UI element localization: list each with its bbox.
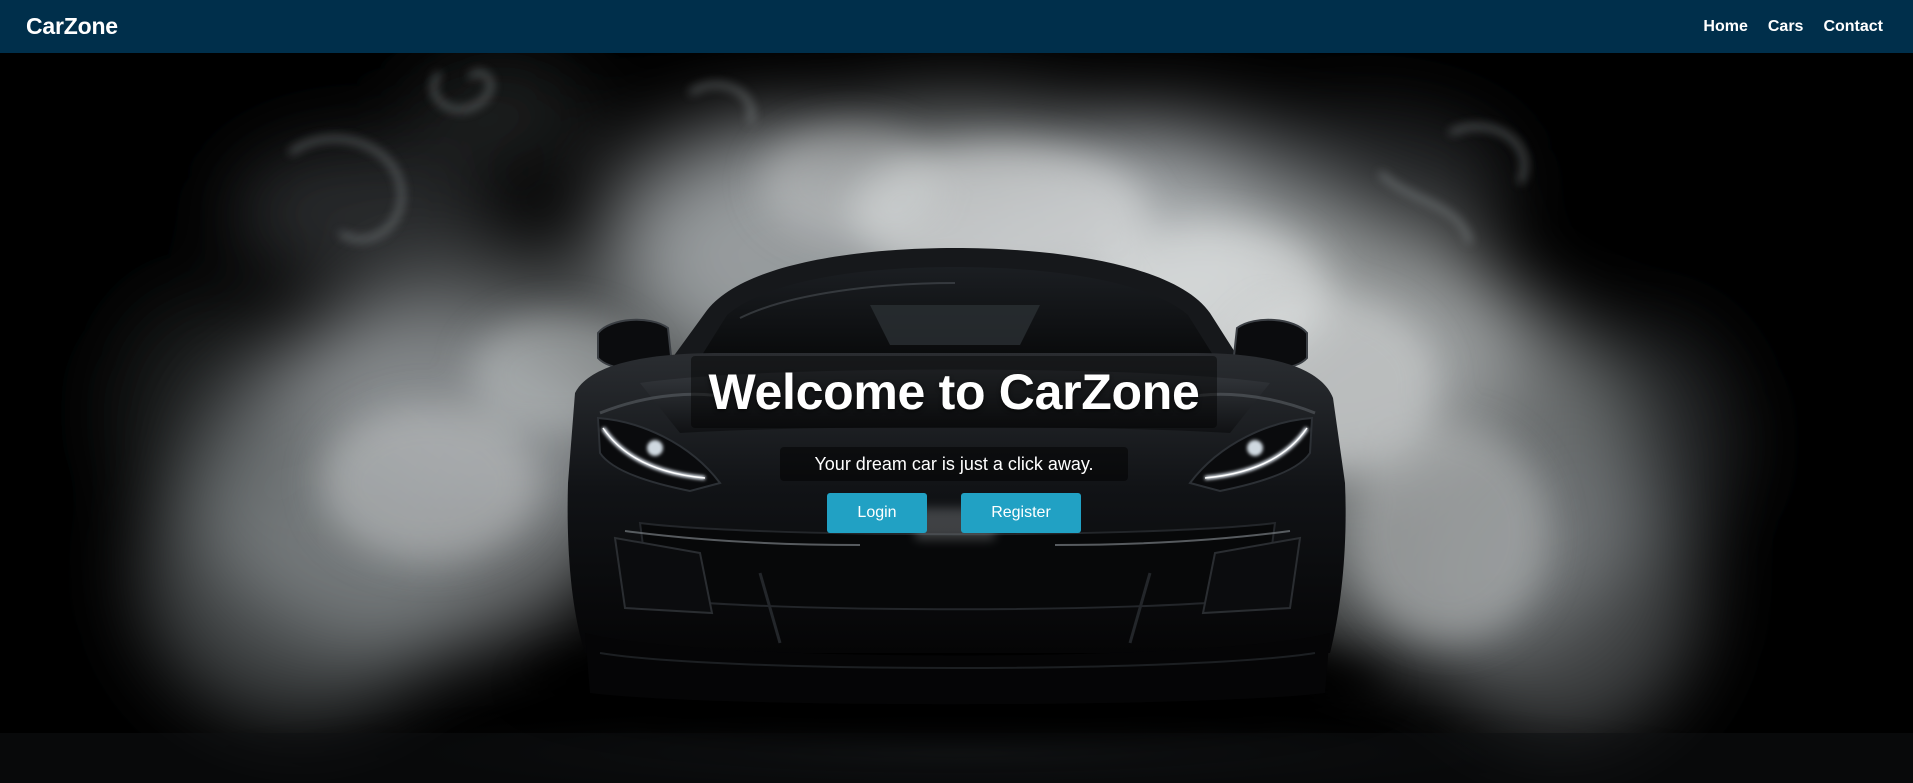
hero-section: Welcome to CarZone Your dream car is jus…	[0, 53, 1913, 783]
hero-content: Welcome to CarZone Your dream car is jus…	[0, 53, 1913, 783]
hero-title: Welcome to CarZone	[691, 356, 1217, 428]
nav-link-home[interactable]: Home	[1703, 18, 1747, 36]
hero-subtitle: Your dream car is just a click away.	[780, 447, 1128, 481]
register-button[interactable]: Register	[961, 493, 1081, 533]
login-button[interactable]: Login	[827, 493, 927, 533]
nav-links: Home Cars Contact	[1703, 18, 1883, 36]
nav-link-contact[interactable]: Contact	[1823, 18, 1883, 36]
brand-logo[interactable]: CarZone	[26, 13, 118, 40]
navbar: CarZone Home Cars Contact	[0, 0, 1913, 53]
nav-link-cars[interactable]: Cars	[1768, 18, 1804, 36]
